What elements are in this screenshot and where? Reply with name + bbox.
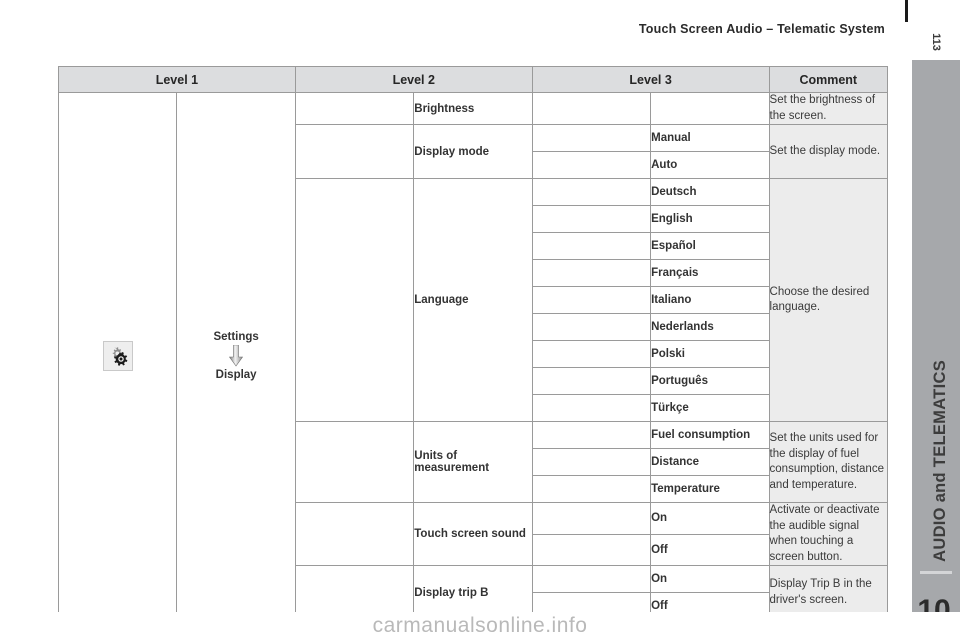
- comment-brightness: Set the brightness of the screen.: [768, 91, 889, 126]
- level1-top-label: Settings: [213, 331, 259, 344]
- column-header-comment: Comment: [768, 66, 889, 93]
- level3-polski: Polski: [650, 340, 770, 369]
- level3-spacer: [531, 91, 652, 126]
- level3-spacer: [531, 286, 652, 315]
- level3-spacer: [531, 259, 652, 288]
- level3-espanol: Español: [650, 232, 770, 261]
- level3-spacer: [531, 475, 652, 504]
- level3-italiano: Italiano: [650, 286, 770, 315]
- folio-number: 113: [930, 33, 942, 51]
- level3-francais: Français: [650, 259, 770, 288]
- level3-spacer: [531, 124, 652, 153]
- level3-spacer: [531, 421, 652, 450]
- level3-spacer: [531, 367, 652, 396]
- level3-spacer: [531, 565, 652, 594]
- level3-english: English: [650, 205, 770, 234]
- level2-spacer: [294, 124, 415, 180]
- level3-spacer: [531, 533, 652, 567]
- comment-display-mode: Set the display mode.: [768, 124, 889, 180]
- right-sidebar: 113 AUDIO and TELEMATICS 10: [912, 0, 960, 640]
- sidebar-section-label: AUDIO and TELEMATICS: [931, 360, 949, 562]
- level3-empty: [650, 91, 770, 126]
- page-bottom-mask: [0, 612, 960, 640]
- level3-distance: Distance: [650, 448, 770, 477]
- level1-bottom-label: Display: [215, 369, 257, 382]
- level3-portugues: Português: [650, 367, 770, 396]
- level3-fuel-consumption: Fuel consumption: [650, 421, 770, 450]
- level3-spacer: [531, 394, 652, 423]
- level3-spacer: [531, 232, 652, 261]
- level2-spacer: [294, 178, 415, 423]
- settings-table: Level 1 Level 2 Level 3 Comment Settings…: [57, 66, 889, 621]
- level3-trip-on: On: [650, 565, 770, 594]
- settings-table-container: Level 1 Level 2 Level 3 Comment Settings…: [57, 66, 889, 621]
- comment-language: Choose the desired language.: [768, 178, 889, 423]
- level3-spacer: [531, 178, 652, 207]
- level3-spacer: [531, 448, 652, 477]
- level3-nederlands: Nederlands: [650, 313, 770, 342]
- level2-units-of-measurement: Units of measurement: [413, 421, 533, 504]
- level3-deutsch: Deutsch: [650, 178, 770, 207]
- level1-settings-display-cell: Settings Display: [176, 91, 296, 621]
- level2-spacer: [294, 502, 415, 567]
- level3-spacer: [531, 151, 652, 180]
- level3-temperature: Temperature: [650, 475, 770, 504]
- level3-spacer: [531, 340, 652, 369]
- level3-auto: Auto: [650, 151, 770, 180]
- title-tick-mark: [905, 0, 908, 22]
- column-header-level1: Level 1: [58, 66, 296, 93]
- down-arrow-icon: [229, 345, 244, 367]
- comment-units: Set the units used for the display of fu…: [768, 421, 889, 504]
- level2-spacer: [294, 421, 415, 504]
- table-header-row: Level 1 Level 2 Level 3 Comment: [58, 66, 889, 93]
- level2-display-mode: Display mode: [413, 124, 533, 180]
- page-title: Touch Screen Audio – Telematic System: [638, 22, 885, 36]
- level2-spacer: [294, 91, 415, 126]
- level3-spacer: [531, 313, 652, 342]
- gear-icon: [102, 341, 133, 372]
- level2-touch-screen-sound: Touch screen sound: [413, 502, 533, 567]
- level3-spacer: [531, 502, 652, 535]
- level2-brightness: Brightness: [413, 91, 533, 126]
- level3-manual: Manual: [650, 124, 770, 153]
- level3-turkce: Türkçe: [650, 394, 770, 423]
- column-header-level3: Level 3: [531, 66, 770, 93]
- sidebar-divider: [920, 571, 952, 574]
- table-row: Settings Display Brightness Set the brig…: [57, 91, 889, 621]
- level3-sound-on: On: [650, 502, 770, 535]
- comment-touch-screen-sound: Activate or deactivate the audible signa…: [768, 502, 889, 567]
- level1-icon-cell: [57, 91, 178, 621]
- column-header-level2: Level 2: [294, 66, 533, 93]
- level3-sound-off: Off: [650, 533, 770, 567]
- level2-language: Language: [413, 178, 533, 423]
- level3-spacer: [531, 205, 652, 234]
